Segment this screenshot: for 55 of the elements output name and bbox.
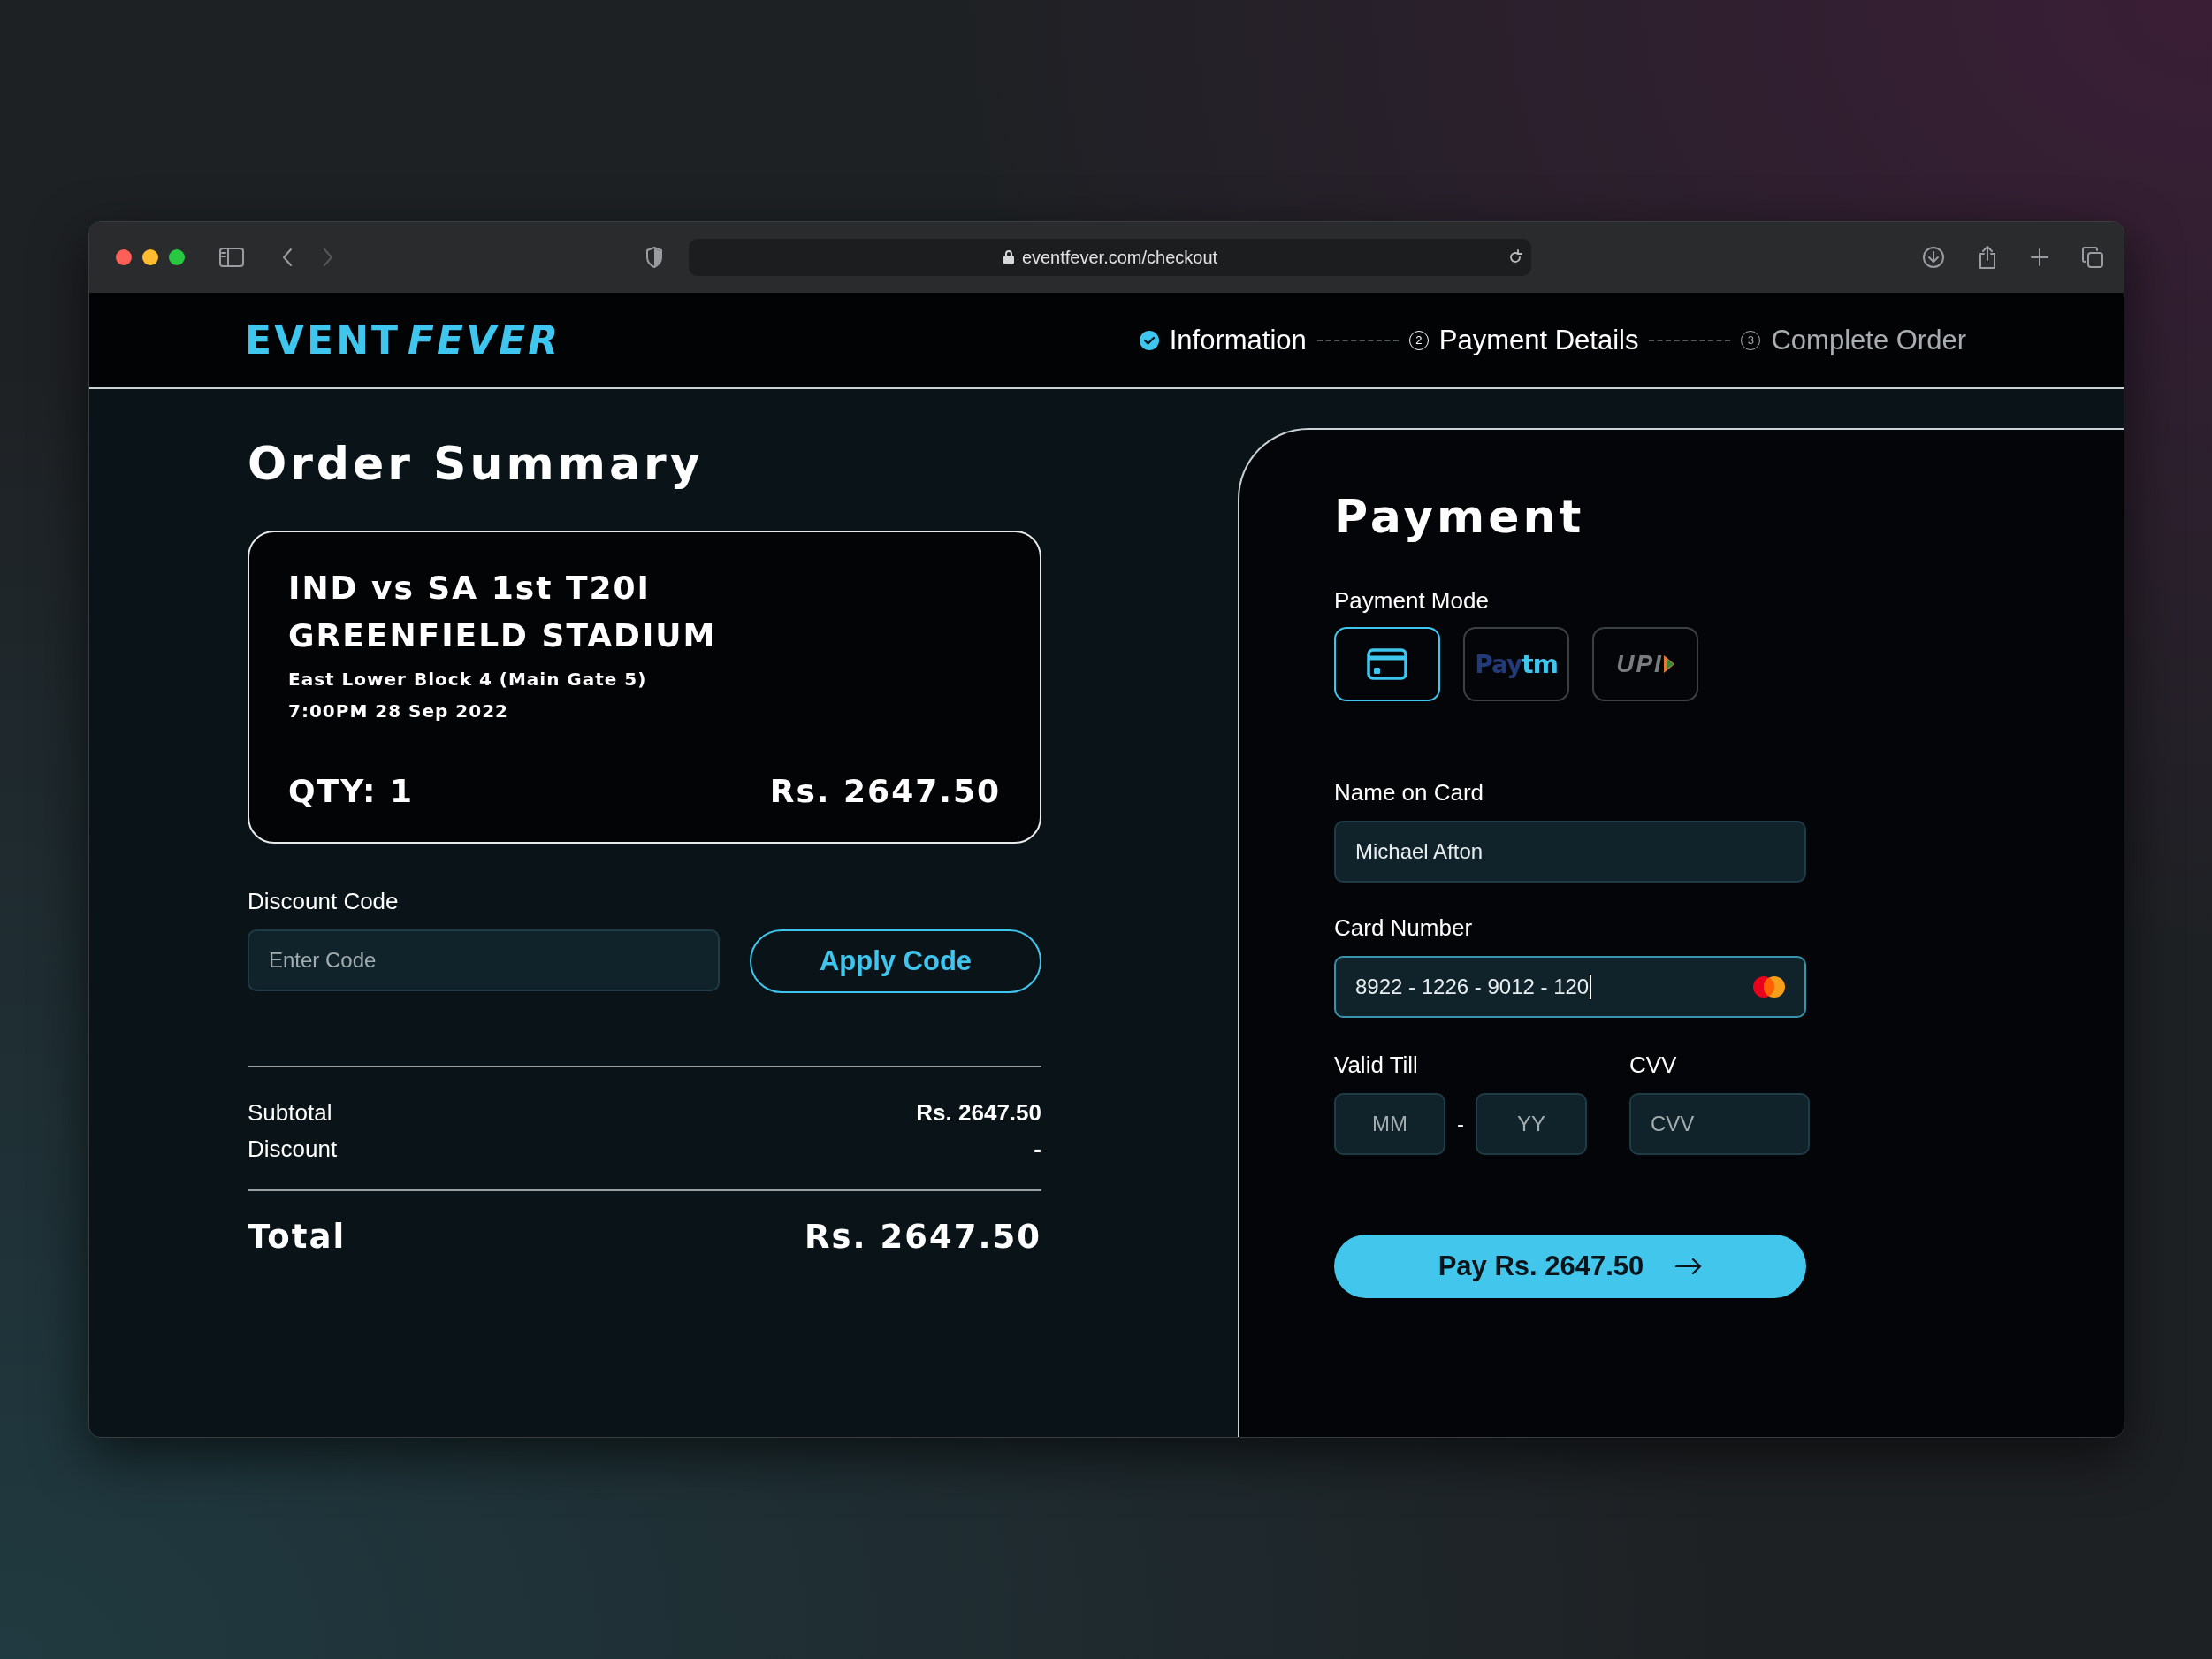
tabs-icon[interactable] (2081, 246, 2104, 269)
field-label: Valid Till (1334, 1051, 1419, 1079)
month-field[interactable]: MM (1334, 1093, 1445, 1155)
window-control-icon[interactable] (142, 249, 158, 265)
paytm-logo: Paytm (1475, 649, 1558, 679)
apply-code-button[interactable]: Apply Code (750, 929, 1041, 993)
credit-card-icon (1367, 648, 1407, 680)
arrow-right-icon (1675, 1258, 1703, 1275)
checkout-step[interactable]: 2 Payment Details (1408, 324, 1639, 356)
sidebar-icon[interactable] (218, 247, 245, 268)
download-icon[interactable] (1922, 246, 1945, 269)
field-label: Discount Code (248, 888, 400, 915)
share-icon[interactable] (1977, 245, 1998, 270)
check-icon (1139, 330, 1159, 350)
match-title: IND vs SA 1st T20I (288, 569, 652, 608)
field-label: CVV (1629, 1051, 1678, 1079)
card-brand-icon (1753, 976, 1785, 998)
plus-icon[interactable] (2030, 248, 2049, 267)
window-control-icon[interactable] (169, 249, 185, 265)
url-text: eventfever.com/checkout (1021, 247, 1218, 268)
logo[interactable]: EVENT FEVER (245, 317, 561, 363)
event-datetime: 7:00PM 28 Sep 2022 (288, 700, 509, 723)
checkout-step[interactable]: 3 Complete Order (1741, 324, 1966, 356)
name-field[interactable]: Michael Afton (1334, 821, 1806, 883)
summary-value: - (1034, 1135, 1041, 1163)
field-label: Payment Mode (1334, 587, 1490, 615)
total-label: Total (248, 1218, 347, 1256)
date-separator: - (1457, 1112, 1464, 1136)
shield-icon[interactable] (645, 246, 664, 269)
ticket-price: Rs. 2647.50 (769, 772, 1001, 811)
address-bar[interactable]: eventfever.com/checkout (689, 239, 1531, 276)
year-field[interactable]: YY (1476, 1093, 1587, 1155)
cvv-field[interactable]: CVV (1629, 1093, 1810, 1155)
seat-info: East Lower Block 4 (Main Gate 5) (288, 668, 648, 692)
payment-mode-button[interactable]: UPI (1592, 627, 1698, 701)
upi-logo: UPI (1616, 650, 1674, 678)
discount-code-field[interactable]: Enter Code (248, 929, 720, 991)
text-cursor (1590, 975, 1592, 999)
payment-mode-button[interactable]: Paytm (1463, 627, 1569, 701)
payment-mode-button[interactable] (1334, 627, 1440, 701)
back-icon[interactable] (280, 247, 294, 268)
quantity: QTY: 1 (288, 772, 415, 811)
lock-icon (1002, 249, 1015, 265)
summary-value: Rs. 2647.50 (916, 1099, 1041, 1127)
window-control-icon[interactable] (116, 249, 132, 265)
summary-label: Discount (248, 1135, 338, 1163)
field-label: Name on Card (1334, 779, 1485, 807)
field-label: Card Number (1334, 914, 1474, 942)
arrow-mark-icon (1663, 655, 1674, 673)
pay-button[interactable]: Pay Rs. 2647.50 (1334, 1235, 1806, 1298)
summary-label: Subtotal (248, 1099, 332, 1127)
venue-name: GREENFIELD STADIUM (288, 616, 718, 655)
checkout-step[interactable]: Information (1139, 324, 1307, 356)
total-value: Rs. 2647.50 (805, 1218, 1041, 1256)
card-number-field[interactable]: 8922 - 1226 - 9012 - 120 (1334, 956, 1806, 1018)
